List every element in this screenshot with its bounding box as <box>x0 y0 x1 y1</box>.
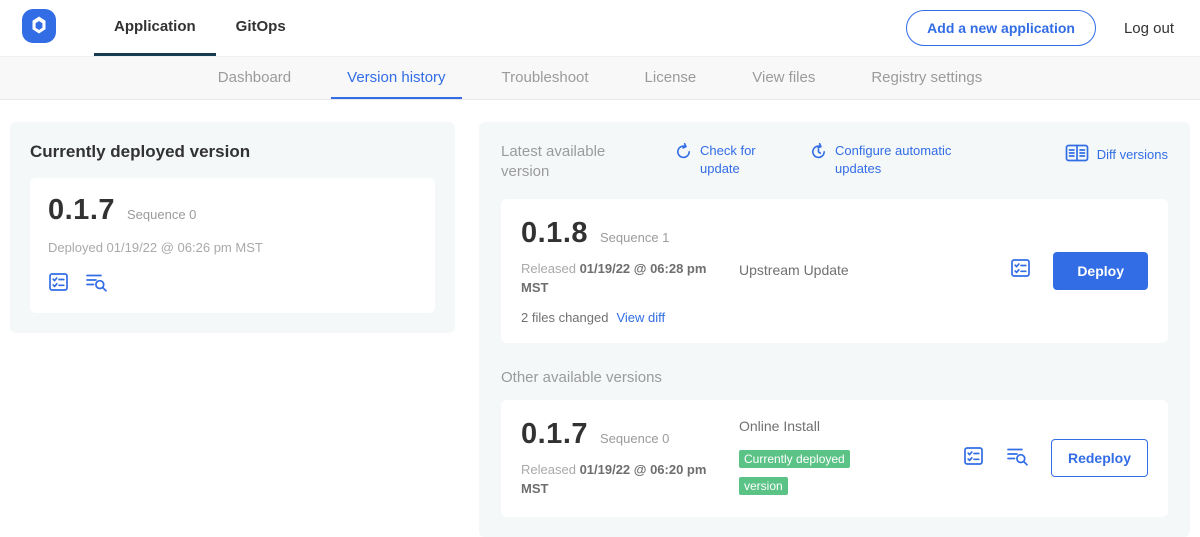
tab-dashboard[interactable]: Dashboard <box>202 57 307 99</box>
tab-version-history[interactable]: Version history <box>331 57 461 99</box>
refresh-icon <box>675 142 692 177</box>
logout-link[interactable]: Log out <box>1124 20 1174 37</box>
deployed-version-number: 0.1.7 <box>48 194 115 227</box>
version-history-header: Latest available version Check for updat… <box>501 142 1168 181</box>
deploy-button[interactable]: Deploy <box>1053 252 1148 290</box>
other-preflight-checks-button[interactable] <box>963 446 984 471</box>
other-sequence-label: Sequence 0 <box>600 431 669 446</box>
main-nav: Application GitOps <box>94 0 306 56</box>
redeploy-button[interactable]: Redeploy <box>1051 439 1148 477</box>
deployed-panel-title: Currently deployed version <box>30 142 435 162</box>
latest-available-title: Latest available version <box>501 142 629 181</box>
deployed-badge-wrap: Currently deployed version <box>739 445 881 499</box>
latest-version-card: 0.1.8 Sequence 1 Released 01/19/22 @ 06:… <box>501 199 1168 343</box>
kots-logo-icon <box>22 9 56 48</box>
nav-application[interactable]: Application <box>94 0 216 56</box>
main-content: Currently deployed version 0.1.7 Sequenc… <box>0 100 1200 537</box>
tab-troubleshoot[interactable]: Troubleshoot <box>486 57 605 99</box>
tab-registry-settings[interactable]: Registry settings <box>855 57 998 99</box>
latest-preflight-checks-button[interactable] <box>1010 258 1031 283</box>
nav-gitops[interactable]: GitOps <box>216 0 306 56</box>
configure-updates-label: Configure automatic updates <box>835 142 957 177</box>
preflight-checks-button[interactable] <box>48 272 69 297</box>
auto-update-clock-icon <box>810 142 827 177</box>
other-view-logs-button[interactable] <box>1006 446 1029 471</box>
other-version-card: 0.1.7 Sequence 0 Released 01/19/22 @ 06:… <box>501 400 1168 517</box>
top-navbar: Application GitOps Add a new application… <box>0 0 1200 56</box>
diff-versions-icon <box>1065 142 1089 168</box>
deployed-date: Deployed 01/19/22 @ 06:26 pm MST <box>48 239 417 258</box>
deployed-version-card: 0.1.7 Sequence 0 Deployed 01/19/22 @ 06:… <box>30 178 435 313</box>
checklist-icon <box>1010 258 1031 283</box>
tab-license[interactable]: License <box>629 57 713 99</box>
other-versions-title: Other available versions <box>501 369 1168 386</box>
diff-versions-label: Diff versions <box>1097 146 1168 164</box>
currently-deployed-badge: Currently deployed version <box>739 450 850 495</box>
view-diff-link[interactable]: View diff <box>616 310 665 325</box>
checklist-icon <box>48 272 69 297</box>
latest-released-date: Released 01/19/22 @ 06:28 pm MST <box>521 260 709 298</box>
add-application-button[interactable]: Add a new application <box>906 10 1096 46</box>
latest-sequence-label: Sequence 1 <box>600 230 669 245</box>
files-changed-label: 2 files changed <box>521 310 608 325</box>
other-version-number: 0.1.7 <box>521 418 588 451</box>
view-deploy-logs-button[interactable] <box>85 272 108 297</box>
file-search-icon <box>1006 446 1029 471</box>
deployed-sequence-label: Sequence 0 <box>127 207 196 222</box>
check-for-update-label: Check for update <box>700 142 764 177</box>
tab-view-files[interactable]: View files <box>736 57 831 99</box>
check-for-update-button[interactable]: Check for update <box>675 142 764 177</box>
diff-versions-button[interactable]: Diff versions <box>1065 142 1168 168</box>
app-subnav: Dashboard Version history Troubleshoot L… <box>0 56 1200 100</box>
app-logo[interactable] <box>22 0 56 56</box>
deployed-version-panel: Currently deployed version 0.1.7 Sequenc… <box>10 122 455 333</box>
other-released-date: Released 01/19/22 @ 06:20 pm MST <box>521 461 709 499</box>
navbar-right: Add a new application Log out <box>906 0 1174 56</box>
version-history-panel: Latest available version Check for updat… <box>479 122 1190 537</box>
latest-source-label: Upstream Update <box>739 262 849 278</box>
configure-updates-button[interactable]: Configure automatic updates <box>810 142 957 177</box>
file-search-icon <box>85 272 108 297</box>
other-source-label: Online Install <box>739 418 820 434</box>
checklist-icon <box>963 446 984 471</box>
latest-version-number: 0.1.8 <box>521 217 588 250</box>
